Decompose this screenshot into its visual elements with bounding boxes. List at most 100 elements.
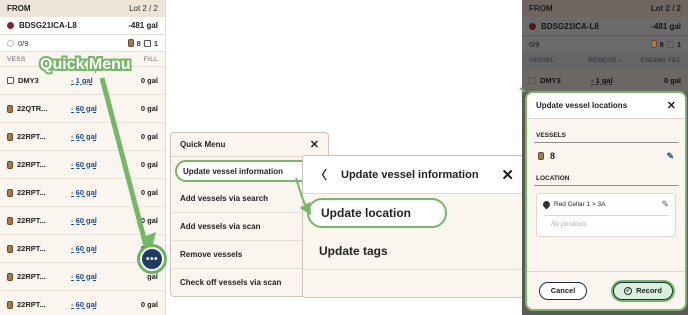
source-amount: -481 gal [128, 21, 158, 30]
table-row: DMY3 - 1 gal 0 gal [522, 68, 688, 92]
col-vessel: VESSEL [529, 56, 555, 64]
barrel-icon [538, 152, 544, 160]
vessel-name-cell: 22QTR... [7, 104, 55, 113]
menu-item-update-tags[interactable]: Update tags [303, 232, 526, 270]
table-row[interactable]: 22RPT... - 60 gal 0 gal [0, 206, 165, 234]
vessel-name-cell: DMY3 [529, 76, 577, 85]
col-fill: FILL [143, 55, 158, 63]
cancel-button[interactable]: Cancel [539, 281, 587, 300]
bookmark-icon [666, 40, 674, 48]
quick-menu-title: Quick Menu [180, 140, 226, 149]
remove-amount: - 1 gal [591, 75, 613, 85]
vessel-name: 22RPT... [17, 132, 46, 141]
table-row[interactable]: 22RPT... - 60 gal 0 gal [0, 290, 165, 315]
table-row[interactable]: 22RPT... - 60 gal 0 gal [0, 150, 165, 178]
source-name: BDSG21ICA-L8 [19, 21, 77, 30]
source-name: BDSG21ICA-L8 [541, 21, 599, 31]
vessel-type-counts: 8 1 [650, 39, 681, 49]
barrel-count: 8 [136, 38, 141, 48]
lot-label: Lot 2 / 2 [129, 4, 158, 13]
check-circle-icon: ✓ [624, 286, 633, 295]
barrel-icon [7, 132, 13, 141]
col-vessel: VESS [7, 55, 26, 63]
edit-pencil-icon[interactable]: ✎ [666, 151, 674, 162]
barrel-icon [7, 216, 13, 225]
vessel-name-cell: 22RPT... [7, 188, 55, 197]
vessel-name-cell: DMY3 [7, 76, 55, 85]
vessel-name: 22RPT... [17, 272, 46, 281]
progress-circle-icon [7, 39, 14, 47]
other-count: 1 [153, 38, 158, 48]
vessel-name-cell: 22RPT... [7, 160, 55, 169]
more-options-button[interactable]: ••• [140, 247, 164, 271]
source-amount: -481 gal [651, 21, 681, 31]
vessel-name: DMY3 [18, 76, 39, 85]
other-count: 1 [676, 39, 681, 49]
from-header: FROM Lot 2 / 2 [522, 0, 688, 17]
vessel-name-cell: 22RPT... [7, 216, 55, 225]
barrel-icon [7, 244, 13, 253]
progress-row: 0/9 8 1 [0, 35, 165, 52]
close-icon[interactable]: ✕ [667, 99, 676, 112]
col-ending-fill: ENDING FILL [640, 56, 681, 64]
vessel-name: 22RPT... [17, 244, 46, 253]
close-icon[interactable]: ✕ [501, 166, 514, 184]
no-positions-text: No positions [551, 221, 587, 228]
modal-actions: Cancel ✓ Record [527, 271, 685, 309]
remove-amount[interactable]: - 60 gal [71, 216, 97, 225]
vessels-section-label: VESSELS [534, 119, 678, 143]
barrel-icon [7, 160, 13, 169]
ending-fill: 0 gal [140, 300, 158, 309]
vessel-name: 22RPT... [17, 300, 46, 309]
remove-amount[interactable]: - 60 gal [71, 160, 97, 169]
table-row[interactable]: 22RPT... - 60 gal gal [0, 262, 165, 290]
menu-item-update-location[interactable]: Update location [307, 198, 447, 228]
column-headers: VESSEL REMOVE ⌄ ENDING FILL [522, 52, 688, 68]
source-vessel[interactable]: BDSG21ICA-L8 -481 gal [0, 17, 165, 35]
record-label: Record [636, 286, 662, 295]
vessel-name-cell: 22RPT... [7, 300, 55, 309]
progress-count: 0/9 [18, 38, 29, 48]
remove-amount[interactable]: - 60 gal [71, 104, 97, 113]
vessels-count: 8 [550, 151, 556, 161]
bookmark-icon [143, 39, 151, 47]
bookmark-icon [7, 77, 14, 84]
vessel-name: 22RPT... [17, 188, 46, 197]
remove-amount[interactable]: - 60 gal [71, 244, 97, 253]
ending-fill: 0 gal [140, 160, 158, 169]
vessel-name: 22RPT... [17, 160, 46, 169]
edit-pencil-icon[interactable]: ✎ [661, 199, 669, 210]
remove-amount[interactable]: - 60 gal [71, 132, 97, 141]
table-row[interactable]: 22QTR... - 60 gal 0 gal [0, 94, 165, 122]
remove-amount[interactable]: - 1 gal [71, 76, 93, 85]
wine-dot-icon [7, 22, 14, 29]
progress-row: 0/9 8 1 [522, 35, 688, 52]
quick-menu-callout: Quick Menu [38, 54, 133, 75]
vessel-name-cell: 22RPT... [7, 244, 55, 253]
barrel-icon [127, 39, 134, 47]
table-row[interactable]: 22RPT... - 60 gal 0 gal [0, 178, 165, 206]
remove-amount[interactable]: - 60 gal [71, 188, 97, 197]
from-header: FROM Lot 2 / 2 [0, 0, 165, 17]
back-chevron-icon[interactable]: 〈 [315, 166, 327, 183]
location-row[interactable]: Red Cellar 1 > 3A ✎ [541, 199, 669, 216]
vessel-name-cell: 22RPT... [7, 272, 55, 281]
location-card: Red Cellar 1 > 3A ✎ No positions [536, 193, 676, 237]
lot-label: Lot 2 / 2 [650, 4, 681, 13]
vessels-summary: 8 ✎ [527, 143, 685, 169]
remove-amount[interactable]: - 60 gal [71, 272, 97, 281]
ending-fill: 0 gal [140, 76, 158, 85]
ending-fill: 0 gal [140, 188, 158, 197]
ending-fill: 0 gal [663, 75, 681, 85]
record-button[interactable]: ✓ Record [613, 281, 673, 300]
from-label: FROM [529, 4, 553, 13]
update-vessel-information-header: 〈 Update vessel information ✕ [303, 156, 526, 194]
close-icon[interactable]: ✕ [310, 138, 319, 151]
barrel-count: 8 [659, 39, 664, 49]
ending-fill: 0 gal [140, 132, 158, 141]
modal-title: Update vessel locations [536, 101, 628, 110]
remove-amount[interactable]: - 60 gal [71, 300, 97, 309]
update-vessel-information-panel: 〈 Update vessel information ✕ Update loc… [302, 155, 527, 298]
vessel-name: DMY3 [540, 75, 561, 85]
table-row[interactable]: 22RPT... - 60 gal 0 gal [0, 122, 165, 150]
